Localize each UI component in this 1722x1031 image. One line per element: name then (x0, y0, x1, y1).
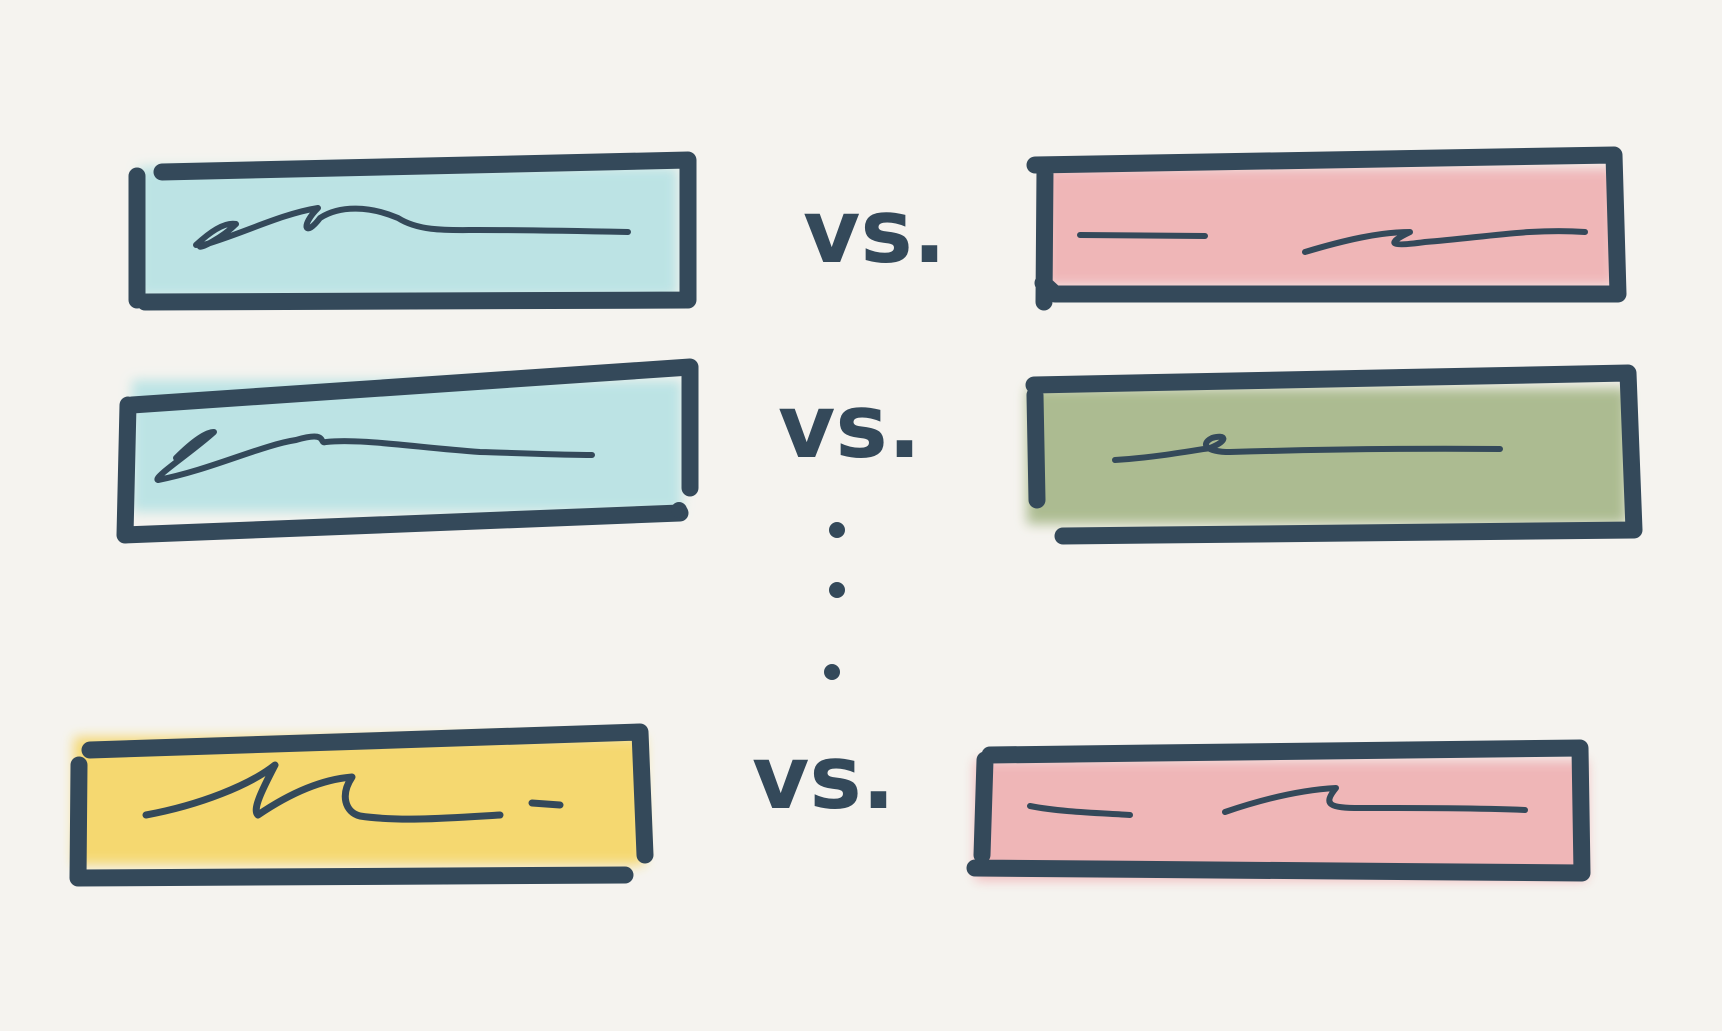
vs-label-2: vs. (778, 375, 921, 478)
left-box-2 (116, 358, 699, 544)
comparison-sketch: vs. vs. vs. (69, 146, 1643, 887)
left-box-1 (128, 151, 697, 311)
ellipsis-dot-3 (824, 664, 840, 680)
ellipsis (824, 522, 845, 680)
right-box-1-fill (1045, 168, 1615, 286)
vs-label-1: vs. (803, 180, 946, 283)
ellipsis-dot-1 (829, 522, 845, 538)
ellipsis-dot-2 (829, 582, 845, 598)
right-box-2 (1025, 364, 1643, 545)
row-3: vs. (69, 723, 1591, 887)
left-box-2-dot (671, 502, 687, 518)
vs-label-3: vs. (752, 726, 895, 829)
right-box-2-fill (1027, 388, 1627, 524)
row-2: vs. (116, 358, 1643, 545)
right-box-3 (966, 739, 1591, 882)
right-box-1 (1026, 146, 1627, 311)
left-box-3 (69, 723, 654, 887)
row-1: vs. (128, 146, 1627, 311)
